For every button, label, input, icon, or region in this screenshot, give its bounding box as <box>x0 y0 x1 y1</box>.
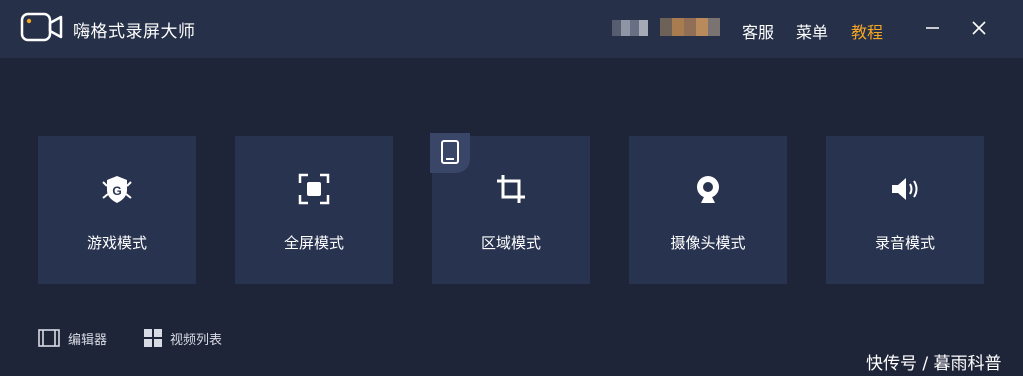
blurred-user-avatar <box>660 18 720 36</box>
crop-icon <box>497 175 525 203</box>
webcam-icon <box>697 176 719 203</box>
title-bar: 嗨格式录屏大师 客服 菜单 教程 <box>0 0 1023 58</box>
game-mode-card[interactable]: G 游戏模式 <box>38 136 196 284</box>
minimize-icon[interactable] <box>918 14 946 42</box>
mode-label: 区域模式 <box>480 234 541 252</box>
close-icon[interactable] <box>965 14 993 42</box>
customer-service-link[interactable]: 客服 <box>742 19 774 43</box>
editor-label: 编辑器 <box>68 332 108 348</box>
mode-label: 录音模式 <box>874 234 935 252</box>
speaker-icon <box>892 178 918 200</box>
mode-label: 全屏模式 <box>283 234 344 252</box>
webcam-mode-card[interactable]: 摄像头模式 <box>629 136 787 284</box>
grid-list-icon <box>144 329 162 347</box>
fullscreen-icon <box>298 173 330 205</box>
tablet-badge[interactable] <box>430 133 470 173</box>
fullscreen-mode-card[interactable]: 全屏模式 <box>235 136 393 284</box>
camera-logo-icon <box>20 12 63 42</box>
film-editor-icon <box>38 329 60 347</box>
audio-mode-card[interactable]: 录音模式 <box>826 136 984 284</box>
editor-button[interactable]: 编辑器 <box>38 328 107 348</box>
blurred-user-info <box>612 20 648 36</box>
mode-label: 游戏模式 <box>86 234 147 252</box>
video-list-button[interactable]: 视频列表 <box>144 328 222 348</box>
tablet-icon <box>441 140 459 164</box>
menu-link[interactable]: 菜单 <box>796 19 828 43</box>
app-title: 嗨格式录屏大师 <box>73 22 196 42</box>
svg-text:G: G <box>112 184 121 198</box>
watermark-text: 快传号 / 暮雨科普 <box>866 354 1002 374</box>
tutorial-link[interactable]: 教程 <box>851 19 883 43</box>
mode-label: 摄像头模式 <box>670 234 746 252</box>
video-list-label: 视频列表 <box>170 332 223 348</box>
game-shield-icon: G <box>102 176 132 203</box>
